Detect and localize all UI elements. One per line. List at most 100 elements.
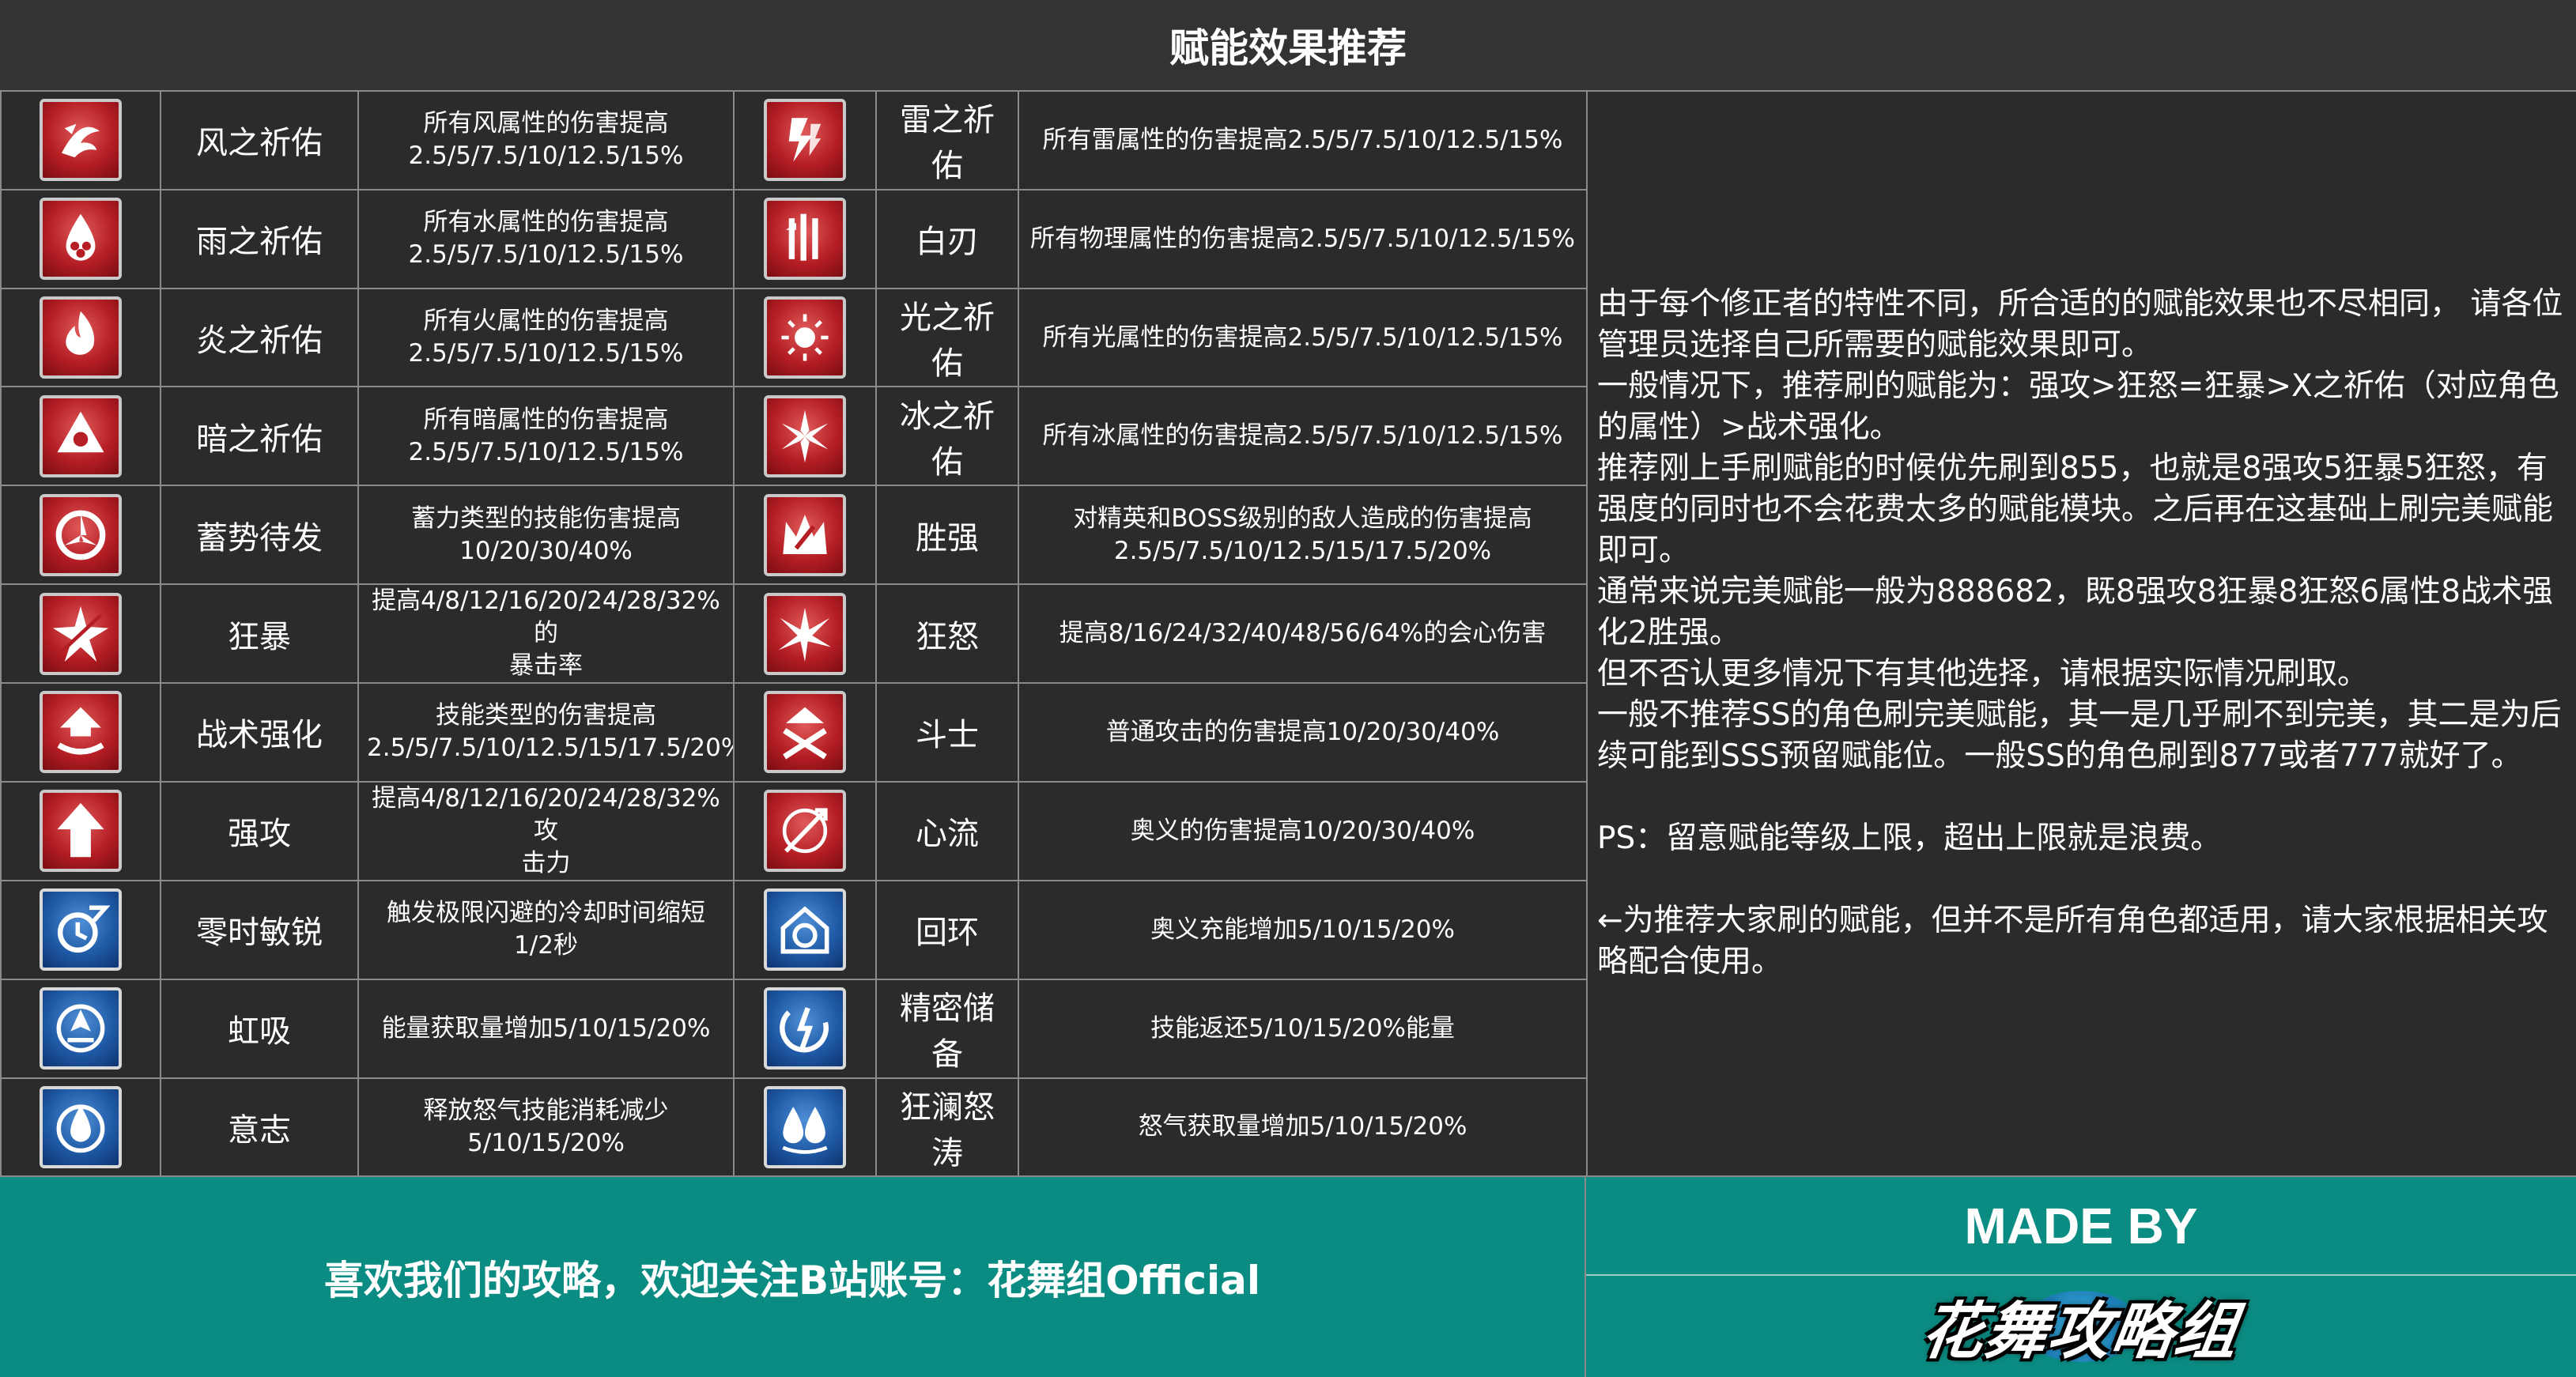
table-row: 雨之祈佑 所有水属性的伤害提高 2.5/5/7.5/10/12.5/15% 白刃 所有物… [0, 188, 1588, 289]
description-line: 对精英和BOSS级别的敌人造成的伤害提高 [1073, 504, 1532, 533]
right-icon-cell [733, 1077, 877, 1178]
precision-reserve-icon [764, 987, 846, 1070]
right-icon-cell [733, 485, 877, 586]
left-effect-description: 所有暗属性的伤害提高 2.5/5/7.5/10/12.5/15% [357, 386, 735, 487]
table-row: 狂暴 提高4/8/12/16/20/24/28/32%的 暴击率 狂怒 提高8/16/2… [0, 583, 1588, 685]
ice-blessing-icon [764, 394, 846, 477]
description-line: 10/20/30/40% [459, 536, 633, 565]
description-line: 能量获取量增加5/10/15/20% [381, 1013, 711, 1043]
victor-crown-icon [764, 493, 846, 576]
description-line: 所有冰属性的伤害提高2.5/5/7.5/10/12.5/15% [1042, 421, 1563, 451]
description-line: 技能返还5/10/15/20%能量 [1150, 1013, 1455, 1043]
left-icon-cell [0, 879, 161, 980]
right-effect-description: 怒气获取量增加5/10/15/20% [1018, 1077, 1588, 1178]
wind-blessing-icon [40, 99, 122, 182]
right-icon-cell [733, 583, 877, 685]
right-effect-description: 所有光属性的伤害提高2.5/5/7.5/10/12.5/15% [1018, 287, 1588, 388]
page-title: 赋能效果推荐 [0, 0, 2576, 92]
fury-burst-icon [764, 592, 846, 675]
right-effect-description: 技能返还5/10/15/20%能量 [1018, 978, 1588, 1079]
note-paragraph: 但不否认更多情况下有其他选择，请根据实际情况刷取。 [1597, 655, 2369, 692]
right-icon-cell [733, 188, 877, 289]
description-line: 2.5/5/7.5/10/12.5/15/17.5/20% [1113, 536, 1492, 565]
note-paragraph: 推荐刚上手刷赋能的时候优先刷到855，也就是8强攻5狂暴5狂怒，有强度的同时也不… [1597, 450, 2554, 568]
right-icon-cell [733, 780, 877, 881]
description-line: 2.5/5/7.5/10/12.5/15% [408, 141, 684, 171]
right-effect-name: 胜强 [875, 485, 1019, 586]
left-icon-cell [0, 386, 161, 487]
cycle-ring-icon [764, 888, 846, 971]
effect-table: 风之祈佑 所有风属性的伤害提高 2.5/5/7.5/10/12.5/15% 雷之祈佑所… [0, 90, 1588, 1178]
description-line: 所有火属性的伤害提高 [423, 307, 669, 336]
note-paragraph: 由于每个修正者的特性不同，所合适的的赋能效果也不尽相同， 请各位管理员选择自己所… [1597, 285, 2563, 363]
right-effect-name: 心流 [875, 780, 1019, 881]
fighter-crossed-icon [764, 691, 846, 774]
thunder-blessing-icon [764, 99, 846, 182]
note-paragraph: ←为推荐大家刷的赋能，但并不是所有角色都适用，请大家根据相关攻略配合使用。 [1597, 902, 2548, 979]
description-line: 所有水属性的伤害提高 [423, 208, 669, 237]
right-effect-description: 所有冰属性的伤害提高2.5/5/7.5/10/12.5/15% [1018, 386, 1588, 487]
description-line: 所有暗属性的伤害提高 [423, 405, 669, 434]
left-effect-description: 提高4/8/12/16/20/24/28/32%攻击力 [357, 780, 735, 881]
notes-panel: 由于每个修正者的特性不同，所合适的的赋能效果也不尽相同， 请各位管理员选择自己所… [1586, 90, 2576, 1175]
description-line: 提高8/16/24/32/40/48/56/64%的会心伤害 [1059, 619, 1547, 648]
right-effect-description: 所有雷属性的伤害提高2.5/5/7.5/10/12.5/15% [1018, 90, 1588, 191]
charge-ready-icon [40, 493, 122, 576]
description-line: 所有物理属性的伤害提高2.5/5/7.5/10/12.5/15% [1030, 224, 1575, 253]
left-icon-cell [0, 583, 161, 685]
note-paragraph: 通常来说完美赋能一般为888682，既8强攻8狂暴8狂怒6属性8战术强化2胜强。 [1597, 573, 2553, 651]
frenzy-star-icon [40, 592, 122, 675]
rain-blessing-icon [40, 198, 122, 281]
description-line: 奥义充能增加5/10/15/20% [1150, 915, 1455, 944]
table-row: 蓄势待发 蓄力类型的技能伤害提高 10/20/30/40% 胜强 对精英和BOSS级别的… [0, 485, 1588, 586]
table-row: 暗之祈佑 所有暗属性的伤害提高 2.5/5/7.5/10/12.5/15% 冰之祈佑所… [0, 386, 1588, 487]
page: 赋能效果推荐 风之祈佑 所有风属性的伤害提高 2.5/5/7.5/10/12.5/1… [0, 0, 2576, 1377]
left-effect-description: 提高4/8/12/16/20/24/28/32%的 暴击率 [357, 583, 735, 685]
studio-logo: 花舞攻略组 [1891, 1283, 2271, 1370]
left-effect-description: 所有火属性的伤害提高 2.5/5/7.5/10/12.5/15% [357, 287, 735, 388]
right-effect-name: 狂澜怒涛 [875, 1077, 1019, 1178]
description-line: 所有雷属性的伤害提高2.5/5/7.5/10/12.5/15% [1042, 125, 1563, 154]
right-icon-cell [733, 90, 877, 191]
right-effect-description: 对精英和BOSS级别的敌人造成的伤害提高 2.5/5/7.5/10/12.5/15… [1018, 485, 1588, 586]
strong-attack-arrow-icon [40, 790, 122, 873]
left-icon-cell [0, 682, 161, 783]
dark-blessing-icon [40, 394, 122, 477]
left-icon-cell [0, 90, 161, 191]
right-effect-name: 狂怒 [875, 583, 1019, 685]
left-effect-name: 战术强化 [160, 682, 359, 783]
right-effect-description: 奥义充能增加5/10/15/20% [1018, 879, 1588, 980]
left-effect-name: 风之祈佑 [160, 90, 359, 191]
right-effect-name: 光之祈佑 [875, 287, 1019, 388]
description-line: 提高4/8/12/16/20/24/28/32%攻 [372, 783, 720, 845]
left-effect-description: 释放怒气技能消耗减少 5/10/15/20% [357, 1077, 735, 1178]
right-icon-cell [733, 682, 877, 783]
left-effect-description: 触发极限闪避的冷却时间缩短 1/2秒 [357, 879, 735, 980]
description-line: 触发极限闪避的冷却时间缩短 [387, 899, 705, 928]
description-line: 击力 [521, 848, 571, 877]
table-row: 虹吸 能量获取量增加5/10/15/20% 精密储备 技能返还5/10/15/20%能… [0, 978, 1588, 1079]
left-effect-name: 蓄势待发 [160, 485, 359, 586]
right-icon-cell [733, 287, 877, 388]
description-line: 2.5/5/7.5/10/12.5/15% [408, 437, 684, 466]
left-effect-description: 技能类型的伤害提高 2.5/5/7.5/10/12.5/15/17.5/20% [357, 682, 735, 783]
left-icon-cell [0, 287, 161, 388]
effect-rows: 风之祈佑 所有风属性的伤害提高 2.5/5/7.5/10/12.5/15% 雷之祈佑所… [0, 90, 1588, 1178]
tactical-boost-icon [40, 691, 122, 774]
left-effect-description: 所有水属性的伤害提高 2.5/5/7.5/10/12.5/15% [357, 188, 735, 289]
note-paragraph [1597, 777, 2568, 818]
description-line: 普通攻击的伤害提高10/20/30/40% [1105, 717, 1500, 746]
right-effect-name: 回环 [875, 879, 1019, 980]
left-effect-description: 所有风属性的伤害提高 2.5/5/7.5/10/12.5/15% [357, 90, 735, 191]
right-effect-description: 提高8/16/24/32/40/48/56/64%的会心伤害 [1018, 583, 1588, 685]
description-line: 暴击率 [509, 651, 583, 681]
left-effect-name: 强攻 [160, 780, 359, 881]
right-effect-description: 普通攻击的伤害提高10/20/30/40% [1018, 682, 1588, 783]
description-line: 2.5/5/7.5/10/12.5/15% [408, 339, 684, 368]
left-effect-description: 蓄力类型的技能伤害提高 10/20/30/40% [357, 485, 735, 586]
heart-flow-icon [764, 790, 846, 873]
description-line: 提高4/8/12/16/20/24/28/32%的 [372, 587, 720, 648]
description-line: 2.5/5/7.5/10/12.5/15/17.5/20% [367, 734, 734, 763]
description-line: 技能类型的伤害提高 [436, 701, 656, 730]
studio-logo-area: 花舞攻略组 [1586, 1276, 2576, 1377]
